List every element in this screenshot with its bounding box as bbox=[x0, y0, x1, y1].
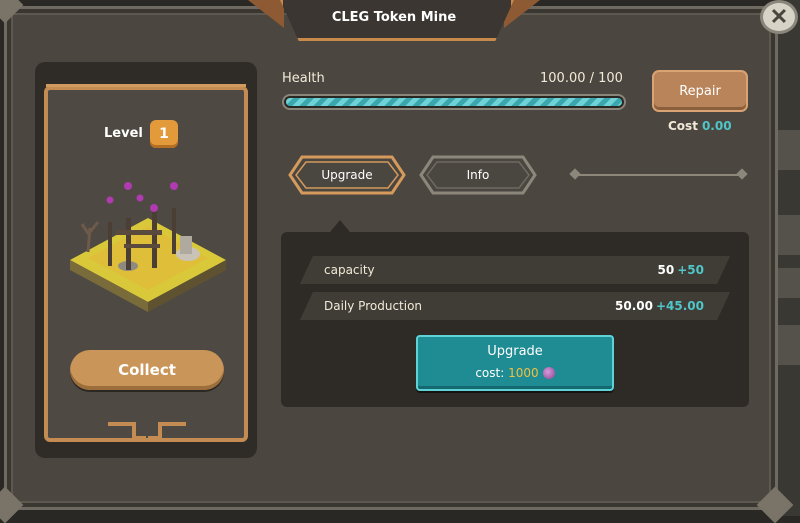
stat-value: 50.00 +45.00 bbox=[615, 299, 704, 313]
stat-increase: +50 bbox=[677, 263, 704, 277]
dialog-title: CLEG Token Mine bbox=[331, 9, 457, 25]
tab-info-label: Info bbox=[466, 168, 490, 182]
repair-cost-label: Cost bbox=[668, 119, 698, 133]
upgrade-button-label: Upgrade bbox=[487, 344, 543, 359]
health-bar bbox=[282, 94, 626, 110]
background-ui-strip bbox=[774, 0, 800, 516]
panel-pointer bbox=[330, 220, 350, 232]
tab-info[interactable]: Info bbox=[419, 155, 537, 195]
upgrade-cost-label: cost: bbox=[475, 366, 505, 380]
collect-button[interactable]: Collect bbox=[70, 350, 224, 390]
upgrade-cost: cost: 1000 bbox=[416, 366, 614, 380]
stat-increase: +45.00 bbox=[655, 299, 704, 313]
upgrade-cost-value: 1000 bbox=[508, 366, 539, 380]
close-button[interactable]: ✕ bbox=[760, 0, 798, 34]
tab-upgrade-label: Upgrade bbox=[321, 168, 373, 182]
stat-name: capacity bbox=[324, 263, 375, 277]
health-label: Health bbox=[282, 71, 325, 86]
repair-button[interactable]: Repair bbox=[654, 72, 746, 110]
repair-cost: Cost 0.00 bbox=[668, 119, 732, 133]
stat-row-daily-production: Daily Production 50.00 +45.00 bbox=[300, 292, 730, 320]
stat-name: Daily Production bbox=[324, 299, 423, 313]
close-icon: ✕ bbox=[769, 4, 789, 29]
tab-upgrade[interactable]: Upgrade bbox=[288, 155, 406, 195]
level-label: Level bbox=[104, 126, 143, 141]
stat-row-capacity: capacity 50 +50 bbox=[300, 256, 730, 284]
card-ornament-bottom bbox=[108, 422, 186, 440]
mine-diorama-icon bbox=[70, 182, 226, 312]
upgrade-button[interactable]: Upgrade cost: 1000 bbox=[416, 335, 614, 391]
stat-value: 50 +50 bbox=[658, 263, 704, 277]
health-bar-fill bbox=[286, 98, 622, 106]
level-badge: 1 bbox=[150, 120, 178, 148]
purple-token-icon bbox=[542, 367, 555, 379]
tab-divider-line bbox=[574, 174, 742, 176]
repair-cost-value: 0.00 bbox=[701, 119, 732, 133]
health-value: 100.00 / 100 bbox=[540, 71, 623, 86]
card-ornament-top bbox=[46, 84, 246, 105]
stat-current: 50 bbox=[657, 263, 675, 277]
stat-current: 50.00 bbox=[615, 299, 653, 313]
